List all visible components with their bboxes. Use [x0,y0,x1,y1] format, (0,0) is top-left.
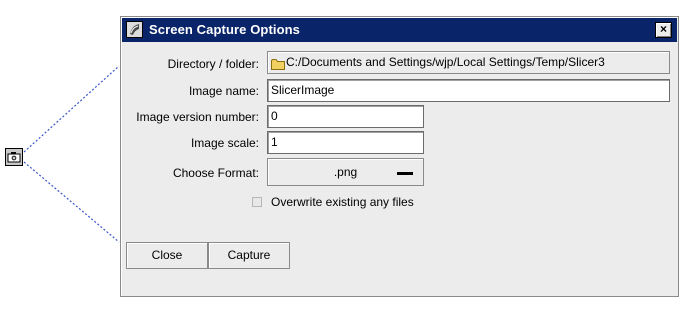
version-label: Image version number: [136,110,259,124]
camera-icon[interactable] [5,148,23,166]
directory-browse-button[interactable]: C:/Documents and Settings/wjp/Local Sett… [267,51,670,74]
slicer-app-icon [126,21,143,38]
scale-label: Image scale: [190,136,259,150]
directory-label: Directory / folder: [167,57,259,71]
format-label: Choose Format: [172,166,259,180]
format-menubutton[interactable]: .png [267,158,424,186]
overwrite-checkbox[interactable] [252,197,262,207]
screen-capture-dialog: Screen Capture Options × Directory / fol… [120,16,679,297]
menu-indicator-icon [397,172,413,175]
overwrite-label[interactable]: Overwrite existing any files [271,195,414,209]
scale-field[interactable]: 1 [267,131,424,154]
image-name-label: Image name: [188,84,259,98]
capture-button[interactable]: Capture [208,242,290,269]
directory-path: C:/Documents and Settings/wjp/Local Sett… [286,55,605,69]
image-name-field[interactable]: SlicerImage [267,79,670,102]
version-field[interactable]: 0 [267,105,424,128]
folder-icon [271,56,285,73]
close-icon[interactable]: × [655,22,672,38]
title-bar[interactable]: Screen Capture Options × [122,18,677,42]
dialog-title: Screen Capture Options [149,22,301,37]
close-button[interactable]: Close [126,242,208,269]
